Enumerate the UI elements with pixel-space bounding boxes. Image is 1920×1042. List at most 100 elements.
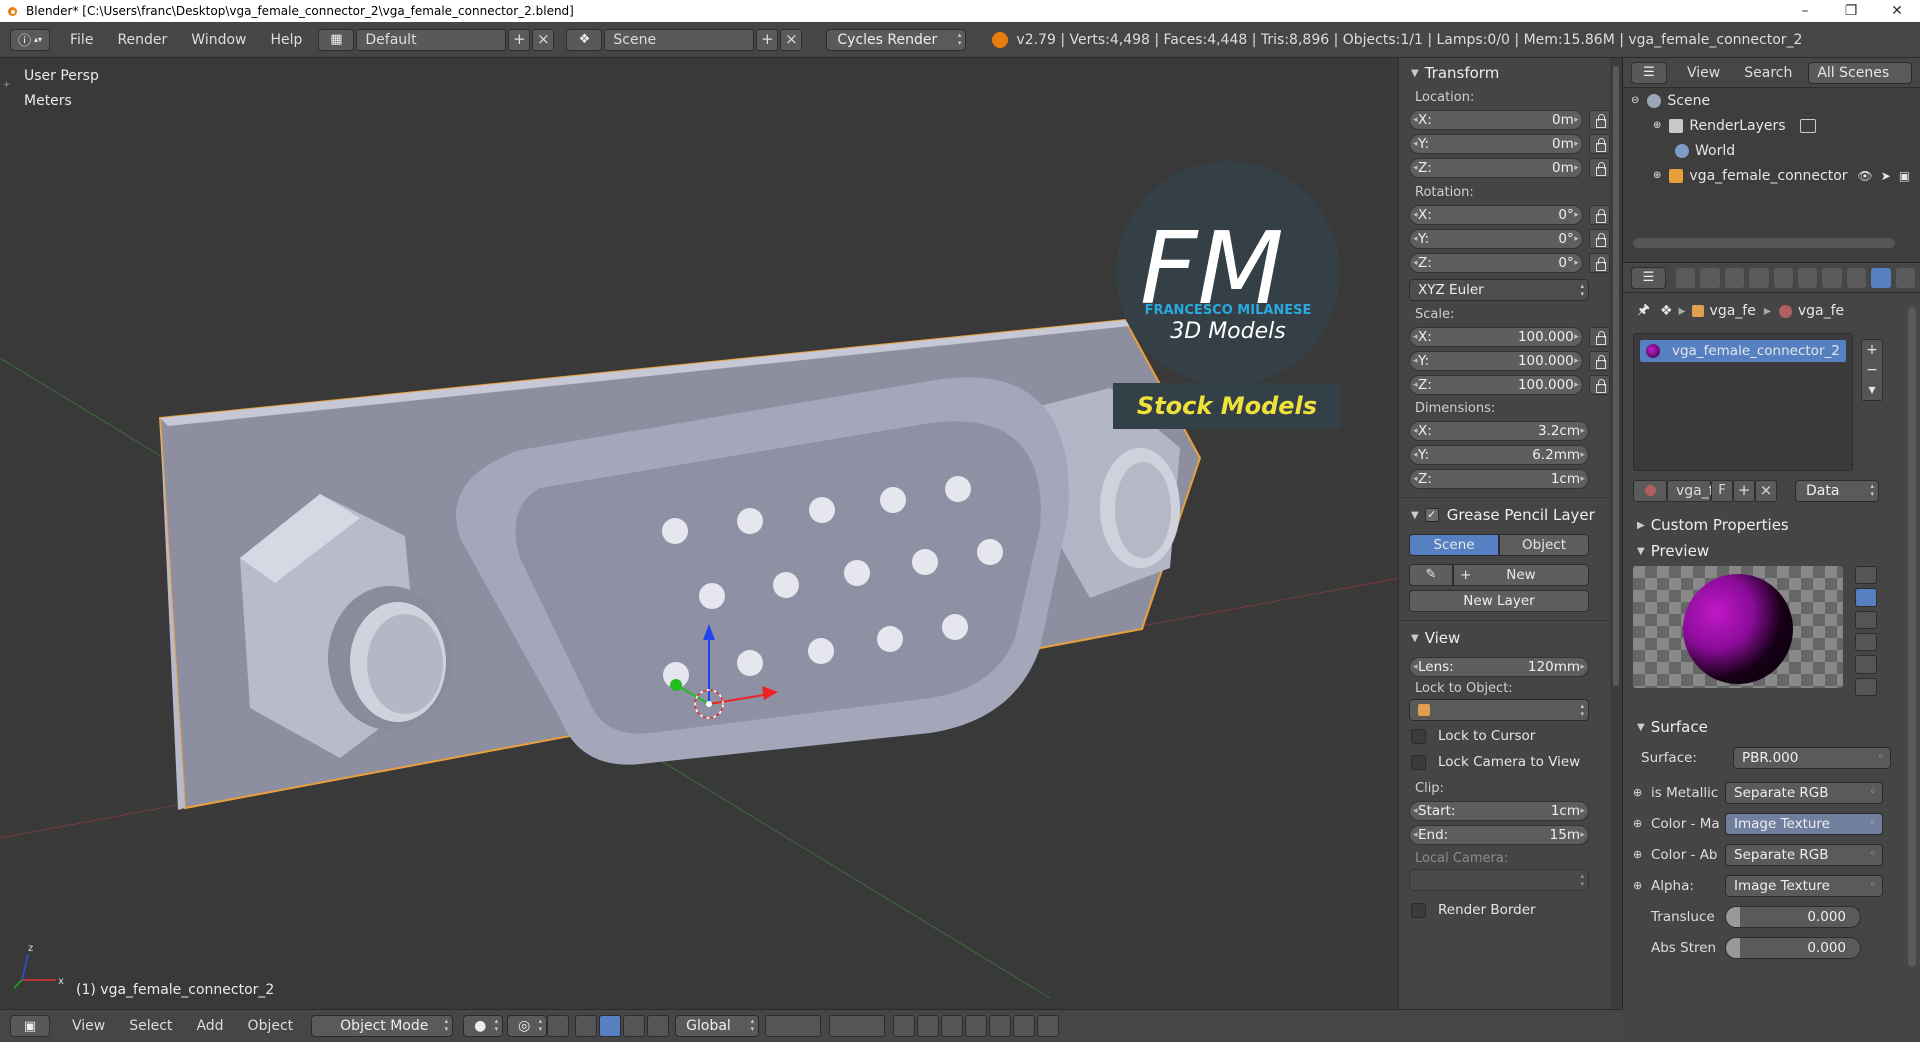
render-border-option[interactable]: Render Border: [1399, 897, 1610, 923]
new-layer-button[interactable]: New Layer: [1409, 590, 1589, 612]
grease-pencil-new-button[interactable]: + New: [1453, 564, 1589, 586]
viewport-shading-dropdown[interactable]: ●: [463, 1015, 504, 1037]
editor-type-3d-view-button[interactable]: ▣: [10, 1015, 50, 1037]
render-camera-icon[interactable]: ▣: [1899, 169, 1910, 183]
texture-tab-icon[interactable]: [1895, 267, 1916, 288]
lock-icon[interactable]: [1588, 375, 1610, 395]
outliner-item-world[interactable]: World: [1623, 138, 1920, 163]
input-alpha-link[interactable]: Image Texture: [1725, 874, 1883, 897]
render-engine-dropdown[interactable]: Cycles Render: [826, 28, 967, 51]
material-tab-icon[interactable]: [1871, 267, 1891, 288]
preview-cube-icon[interactable]: [1855, 610, 1877, 629]
lock-to-cursor-option[interactable]: Lock to Cursor: [1399, 723, 1610, 749]
dimensions-z-field[interactable]: Z:1cm: [1409, 469, 1589, 489]
material-browse-button[interactable]: [1633, 480, 1667, 502]
input-metallic-link[interactable]: Separate RGB: [1725, 781, 1883, 804]
3d-viewport[interactable]: User Persp Meters + FM FRANCESCO MILANES…: [0, 58, 1400, 1009]
lens-field[interactable]: Lens:120mm: [1409, 657, 1589, 677]
rotation-y-field[interactable]: Y:0°: [1409, 229, 1583, 249]
outliner-item-scene[interactable]: ⊖ Scene: [1623, 88, 1920, 113]
preview-sphere-icon[interactable]: [1855, 588, 1877, 607]
abs-strength-slider[interactable]: 0.000: [1725, 936, 1861, 959]
surface-panel-header[interactable]: ▼ Surface: [1623, 714, 1903, 740]
tab-grease-object[interactable]: Object: [1499, 534, 1589, 556]
lock-camera-option[interactable]: Lock Camera to View: [1399, 749, 1610, 775]
outliner-menu-search[interactable]: Search: [1732, 65, 1804, 81]
rotate-manipulator-icon[interactable]: [623, 1015, 646, 1037]
layers-grid-1-icon[interactable]: [765, 1015, 822, 1037]
menu-object[interactable]: Object: [236, 1018, 306, 1034]
delete-scene-button[interactable]: ×: [780, 28, 803, 51]
lock-icon[interactable]: [1588, 205, 1610, 225]
surface-shader-field[interactable]: PBR.000: [1733, 746, 1891, 769]
pin-icon[interactable]: 🖈: [1637, 299, 1650, 323]
lock-cursor-checkbox[interactable]: [1411, 728, 1426, 744]
clip-start-field[interactable]: Start:1cm: [1409, 801, 1589, 821]
properties-editor-type-button[interactable]: ☰: [1631, 266, 1666, 289]
rotation-z-field[interactable]: Z:0°: [1409, 253, 1583, 273]
scale-y-field[interactable]: Y:100.000: [1409, 351, 1583, 371]
lock-icon[interactable]: [1588, 110, 1610, 130]
proportional-edit-icon[interactable]: [917, 1015, 940, 1037]
menu-window[interactable]: Window: [179, 32, 258, 48]
render-border-checkbox[interactable]: [1411, 902, 1426, 918]
tab-grease-scene[interactable]: Scene: [1409, 534, 1499, 556]
maximize-button[interactable]: ❐: [1828, 0, 1874, 22]
grease-pencil-checkbox[interactable]: ✓: [1424, 508, 1439, 522]
menu-view[interactable]: View: [60, 1018, 117, 1034]
unlink-material-button[interactable]: ×: [1755, 480, 1777, 502]
opengl-render-icon[interactable]: [1013, 1015, 1036, 1037]
modifiers-tab-icon[interactable]: [1822, 267, 1842, 288]
preview-hair-icon[interactable]: [1855, 655, 1877, 674]
delete-layout-button[interactable]: ×: [532, 28, 555, 51]
render-layers-tab-icon[interactable]: [1700, 267, 1720, 288]
rotation-mode-dropdown[interactable]: XYZ Euler: [1409, 279, 1589, 301]
outliner-editor-type-button[interactable]: ☰: [1631, 61, 1667, 84]
scale-z-field[interactable]: Z:100.000: [1409, 375, 1583, 395]
grease-pencil-browse-button[interactable]: ✎: [1409, 564, 1453, 586]
snap-target-icon[interactable]: [989, 1015, 1012, 1037]
scale-manipulator-icon[interactable]: [647, 1015, 670, 1037]
preview-world-icon[interactable]: [1855, 677, 1877, 696]
scene-tab-icon[interactable]: [1724, 267, 1745, 288]
lock-layers-icon[interactable]: [893, 1015, 916, 1037]
custom-properties-header[interactable]: ▶ Custom Properties: [1623, 512, 1903, 538]
transform-panel-header[interactable]: ▼ Transform: [1399, 60, 1610, 86]
scene-field[interactable]: Scene: [604, 28, 755, 51]
render-tab-icon[interactable]: [1675, 267, 1696, 288]
menu-file[interactable]: File: [58, 32, 105, 48]
scale-x-field[interactable]: X:100.000: [1409, 327, 1583, 347]
lock-icon[interactable]: [1588, 351, 1610, 371]
screen-layout-field[interactable]: Default: [356, 28, 507, 51]
lock-icon[interactable]: [1588, 158, 1610, 178]
scene-browse-button[interactable]: ❖: [566, 28, 603, 51]
fake-user-button[interactable]: F: [1711, 480, 1733, 502]
lock-icon[interactable]: [1588, 253, 1610, 273]
transform-orientation-dropdown[interactable]: Global: [675, 1015, 760, 1037]
local-camera-field[interactable]: [1409, 869, 1589, 891]
snap-align-icon[interactable]: [547, 1015, 570, 1037]
grease-pencil-panel-header[interactable]: ▼ ✓ Grease Pencil Layer: [1399, 502, 1610, 528]
close-button[interactable]: ✕: [1874, 0, 1920, 22]
manipulator-toggle-icon[interactable]: [575, 1015, 598, 1037]
outliner-horizontal-scrollbar[interactable]: [1633, 238, 1895, 248]
menu-select[interactable]: Select: [117, 1018, 184, 1034]
clip-end-field[interactable]: End:15m: [1409, 825, 1589, 845]
menu-render[interactable]: Render: [105, 32, 179, 48]
screen-layout-browse-button[interactable]: ▦: [318, 28, 355, 51]
outliner-menu-view[interactable]: View: [1675, 65, 1732, 81]
location-y-field[interactable]: Y:0m: [1409, 134, 1583, 154]
dimensions-y-field[interactable]: Y:6.2mm: [1409, 445, 1589, 465]
input-color-ma-link[interactable]: Image Texture: [1725, 812, 1883, 835]
slot-add-remove-buttons[interactable]: + − ▾: [1861, 339, 1883, 401]
data-tab-icon[interactable]: [1846, 267, 1867, 288]
outliner-item-renderlayers[interactable]: ⊕ RenderLayers: [1623, 113, 1920, 138]
menu-add[interactable]: Add: [184, 1018, 235, 1034]
translate-manipulator-icon[interactable]: [599, 1015, 622, 1037]
menu-help[interactable]: Help: [258, 32, 314, 48]
minimize-button[interactable]: –: [1782, 0, 1828, 22]
preview-header[interactable]: ▼ Preview: [1623, 538, 1903, 564]
preview-flat-icon[interactable]: [1855, 566, 1877, 585]
add-scene-button[interactable]: +: [756, 28, 779, 51]
outliner-item-object[interactable]: ⊕ vga_female_connector 👁 ➤ ▣: [1623, 163, 1920, 188]
